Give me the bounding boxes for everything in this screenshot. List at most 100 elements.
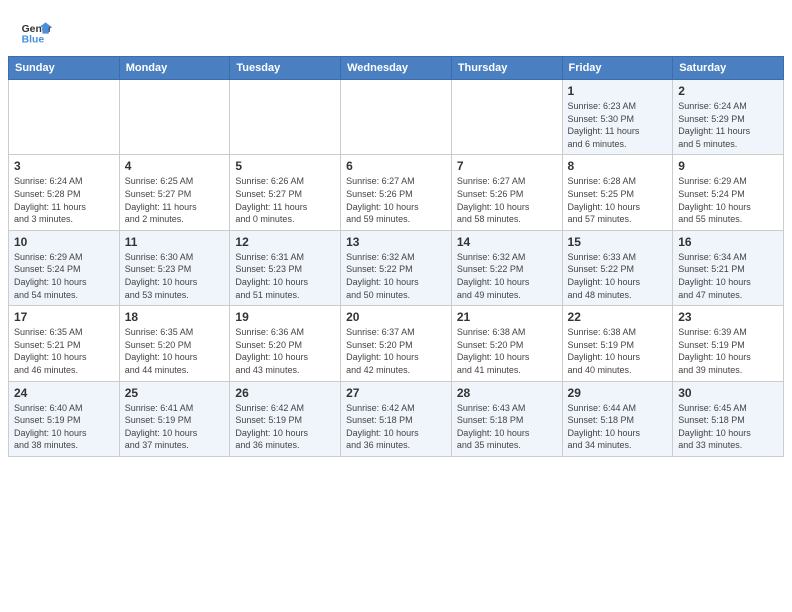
day-cell-4: 4 Sunrise: 6:25 AM Sunset: 5:27 PM Daylig… [119, 155, 230, 230]
logo: General Blue [20, 16, 52, 48]
day-number: 4 [125, 159, 225, 173]
day-info: Sunrise: 6:27 AM Sunset: 5:26 PM Dayligh… [346, 175, 446, 225]
day-info: Sunrise: 6:38 AM Sunset: 5:19 PM Dayligh… [568, 326, 668, 376]
day-number: 11 [125, 235, 225, 249]
day-info: Sunrise: 6:36 AM Sunset: 5:20 PM Dayligh… [235, 326, 335, 376]
day-cell-19: 19 Sunrise: 6:36 AM Sunset: 5:20 PM Dayli… [230, 306, 341, 381]
calendar: SundayMondayTuesdayWednesdayThursdayFrid… [8, 56, 784, 457]
day-number: 26 [235, 386, 335, 400]
day-info: Sunrise: 6:24 AM Sunset: 5:28 PM Dayligh… [14, 175, 114, 225]
day-cell-20: 20 Sunrise: 6:37 AM Sunset: 5:20 PM Dayli… [341, 306, 452, 381]
day-cell-21: 21 Sunrise: 6:38 AM Sunset: 5:20 PM Dayli… [451, 306, 562, 381]
day-cell-14: 14 Sunrise: 6:32 AM Sunset: 5:22 PM Dayli… [451, 230, 562, 305]
empty-cell [119, 80, 230, 155]
week-row: 3 Sunrise: 6:24 AM Sunset: 5:28 PM Daylig… [9, 155, 784, 230]
day-info: Sunrise: 6:38 AM Sunset: 5:20 PM Dayligh… [457, 326, 557, 376]
day-cell-22: 22 Sunrise: 6:38 AM Sunset: 5:19 PM Dayli… [562, 306, 673, 381]
day-header-monday: Monday [119, 57, 230, 80]
day-info: Sunrise: 6:25 AM Sunset: 5:27 PM Dayligh… [125, 175, 225, 225]
week-row: 24 Sunrise: 6:40 AM Sunset: 5:19 PM Dayli… [9, 381, 784, 456]
empty-cell [230, 80, 341, 155]
empty-cell [9, 80, 120, 155]
day-number: 6 [346, 159, 446, 173]
day-cell-25: 25 Sunrise: 6:41 AM Sunset: 5:19 PM Dayli… [119, 381, 230, 456]
day-number: 19 [235, 310, 335, 324]
day-cell-28: 28Sunrise: 6:43 AM Sunset: 5:18 PM Dayli… [451, 381, 562, 456]
day-cell-10: 10Sunrise: 6:29 AM Sunset: 5:24 PM Dayli… [9, 230, 120, 305]
day-number: 18 [125, 310, 225, 324]
day-number: 29 [568, 386, 668, 400]
day-cell-24: 24 Sunrise: 6:40 AM Sunset: 5:19 PM Dayli… [9, 381, 120, 456]
day-header-saturday: Saturday [673, 57, 784, 80]
day-cell-15: 15 Sunrise: 6:33 AM Sunset: 5:22 PM Dayli… [562, 230, 673, 305]
day-cell-16: 16 Sunrise: 6:34 AM Sunset: 5:21 PM Dayli… [673, 230, 784, 305]
header: General Blue [0, 0, 792, 56]
day-header-thursday: Thursday [451, 57, 562, 80]
day-info: Sunrise: 6:34 AM Sunset: 5:21 PM Dayligh… [678, 251, 778, 301]
day-cell-3: 3 Sunrise: 6:24 AM Sunset: 5:28 PM Daylig… [9, 155, 120, 230]
day-number: 22 [568, 310, 668, 324]
day-cell-27: 27 Sunrise: 6:42 AM Sunset: 5:18 PM Dayli… [341, 381, 452, 456]
day-info: Sunrise: 6:31 AM Sunset: 5:23 PM Dayligh… [235, 251, 335, 301]
day-cell-12: 12Sunrise: 6:31 AM Sunset: 5:23 PM Dayli… [230, 230, 341, 305]
day-cell-8: 8 Sunrise: 6:28 AM Sunset: 5:25 PM Daylig… [562, 155, 673, 230]
day-info: Sunrise: 6:29 AM Sunset: 5:24 PM Dayligh… [14, 251, 114, 301]
day-info: Sunrise: 6:44 AM Sunset: 5:18 PM Dayligh… [568, 402, 668, 452]
day-info: Sunrise: 6:28 AM Sunset: 5:25 PM Dayligh… [568, 175, 668, 225]
day-number: 1 [568, 84, 668, 98]
day-info: Sunrise: 6:32 AM Sunset: 5:22 PM Dayligh… [457, 251, 557, 301]
day-cell-29: 29 Sunrise: 6:44 AM Sunset: 5:18 PM Dayli… [562, 381, 673, 456]
day-info: Sunrise: 6:26 AM Sunset: 5:27 PM Dayligh… [235, 175, 335, 225]
day-info: Sunrise: 6:37 AM Sunset: 5:20 PM Dayligh… [346, 326, 446, 376]
day-number: 25 [125, 386, 225, 400]
day-number: 14 [457, 235, 557, 249]
day-number: 17 [14, 310, 114, 324]
day-info: Sunrise: 6:40 AM Sunset: 5:19 PM Dayligh… [14, 402, 114, 452]
day-info: Sunrise: 6:45 AM Sunset: 5:18 PM Dayligh… [678, 402, 778, 452]
day-info: Sunrise: 6:35 AM Sunset: 5:20 PM Dayligh… [125, 326, 225, 376]
day-info: Sunrise: 6:23 AM Sunset: 5:30 PM Dayligh… [568, 100, 668, 150]
day-number: 24 [14, 386, 114, 400]
day-number: 3 [14, 159, 114, 173]
day-cell-2: 2Sunrise: 6:24 AM Sunset: 5:29 PM Daylig… [673, 80, 784, 155]
day-cell-30: 30Sunrise: 6:45 AM Sunset: 5:18 PM Dayli… [673, 381, 784, 456]
days-header: SundayMondayTuesdayWednesdayThursdayFrid… [9, 57, 784, 80]
day-cell-26: 26Sunrise: 6:42 AM Sunset: 5:19 PM Dayli… [230, 381, 341, 456]
day-cell-6: 6 Sunrise: 6:27 AM Sunset: 5:26 PM Daylig… [341, 155, 452, 230]
day-info: Sunrise: 6:24 AM Sunset: 5:29 PM Dayligh… [678, 100, 778, 150]
day-info: Sunrise: 6:27 AM Sunset: 5:26 PM Dayligh… [457, 175, 557, 225]
day-info: Sunrise: 6:39 AM Sunset: 5:19 PM Dayligh… [678, 326, 778, 376]
week-row: 17 Sunrise: 6:35 AM Sunset: 5:21 PM Dayli… [9, 306, 784, 381]
day-cell-18: 18 Sunrise: 6:35 AM Sunset: 5:20 PM Dayli… [119, 306, 230, 381]
day-cell-17: 17 Sunrise: 6:35 AM Sunset: 5:21 PM Dayli… [9, 306, 120, 381]
day-number: 23 [678, 310, 778, 324]
day-header-friday: Friday [562, 57, 673, 80]
svg-text:Blue: Blue [22, 34, 45, 45]
day-cell-5: 5Sunrise: 6:26 AM Sunset: 5:27 PM Daylig… [230, 155, 341, 230]
day-info: Sunrise: 6:32 AM Sunset: 5:22 PM Dayligh… [346, 251, 446, 301]
day-header-wednesday: Wednesday [341, 57, 452, 80]
day-number: 9 [678, 159, 778, 173]
day-number: 8 [568, 159, 668, 173]
day-number: 20 [346, 310, 446, 324]
day-info: Sunrise: 6:41 AM Sunset: 5:19 PM Dayligh… [125, 402, 225, 452]
week-row: 10Sunrise: 6:29 AM Sunset: 5:24 PM Dayli… [9, 230, 784, 305]
day-number: 21 [457, 310, 557, 324]
day-number: 16 [678, 235, 778, 249]
day-cell-1: 1 Sunrise: 6:23 AM Sunset: 5:30 PM Daylig… [562, 80, 673, 155]
day-header-sunday: Sunday [9, 57, 120, 80]
day-info: Sunrise: 6:35 AM Sunset: 5:21 PM Dayligh… [14, 326, 114, 376]
day-number: 15 [568, 235, 668, 249]
empty-cell [451, 80, 562, 155]
day-header-tuesday: Tuesday [230, 57, 341, 80]
day-info: Sunrise: 6:29 AM Sunset: 5:24 PM Dayligh… [678, 175, 778, 225]
day-number: 27 [346, 386, 446, 400]
day-info: Sunrise: 6:42 AM Sunset: 5:18 PM Dayligh… [346, 402, 446, 452]
week-row: 1 Sunrise: 6:23 AM Sunset: 5:30 PM Daylig… [9, 80, 784, 155]
day-cell-7: 7 Sunrise: 6:27 AM Sunset: 5:26 PM Daylig… [451, 155, 562, 230]
day-number: 28 [457, 386, 557, 400]
day-cell-9: 9 Sunrise: 6:29 AM Sunset: 5:24 PM Daylig… [673, 155, 784, 230]
day-cell-13: 13Sunrise: 6:32 AM Sunset: 5:22 PM Dayli… [341, 230, 452, 305]
day-number: 7 [457, 159, 557, 173]
day-info: Sunrise: 6:33 AM Sunset: 5:22 PM Dayligh… [568, 251, 668, 301]
